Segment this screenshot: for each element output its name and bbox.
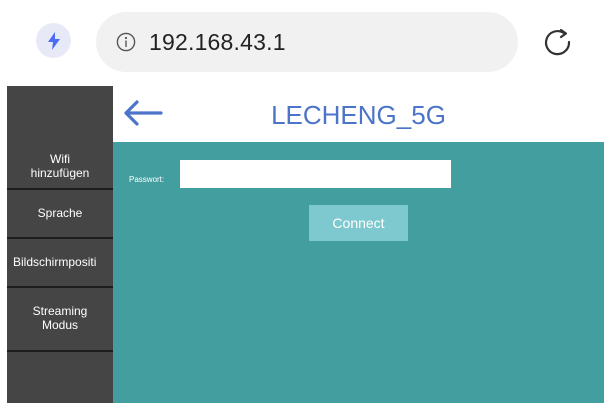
app-header: LECHENG_5G xyxy=(113,86,604,142)
sidebar: Wifi hinzufügen Sprache Bildschirmpositi… xyxy=(7,86,113,403)
browser-toolbar: 192.168.43.1 xyxy=(0,0,604,86)
sidebar-item-label: Streaming Modus xyxy=(32,304,88,332)
sidebar-item-wifi-add[interactable]: Wifi hinzufügen xyxy=(7,144,113,188)
password-label: Passwort: xyxy=(129,175,165,184)
sidebar-item-language[interactable]: Sprache xyxy=(7,190,113,236)
password-field[interactable] xyxy=(180,160,451,188)
connect-button[interactable]: Connect xyxy=(309,205,408,241)
url-text: 192.168.43.1 xyxy=(149,28,286,55)
sidebar-item-label: Bildschirmpositi xyxy=(13,255,97,269)
info-icon[interactable] xyxy=(115,31,137,53)
bolt-button[interactable] xyxy=(36,23,71,58)
reload-button[interactable] xyxy=(540,25,576,61)
sidebar-item-label: Wifi hinzufügen xyxy=(30,152,90,180)
page-title: LECHENG_5G xyxy=(271,100,446,130)
reload-icon xyxy=(544,28,571,56)
lightning-bolt-icon xyxy=(47,31,60,50)
wifi-connect-panel: Passwort: Connect xyxy=(113,142,604,403)
sidebar-item-label: Sprache xyxy=(37,206,83,220)
address-bar[interactable]: 192.168.43.1 xyxy=(96,12,518,72)
sidebar-item-screen-position[interactable]: Bildschirmpositi xyxy=(7,239,113,285)
sidebar-item-streaming-mode[interactable]: Streaming Modus xyxy=(7,288,113,348)
sidebar-divider xyxy=(7,350,113,352)
